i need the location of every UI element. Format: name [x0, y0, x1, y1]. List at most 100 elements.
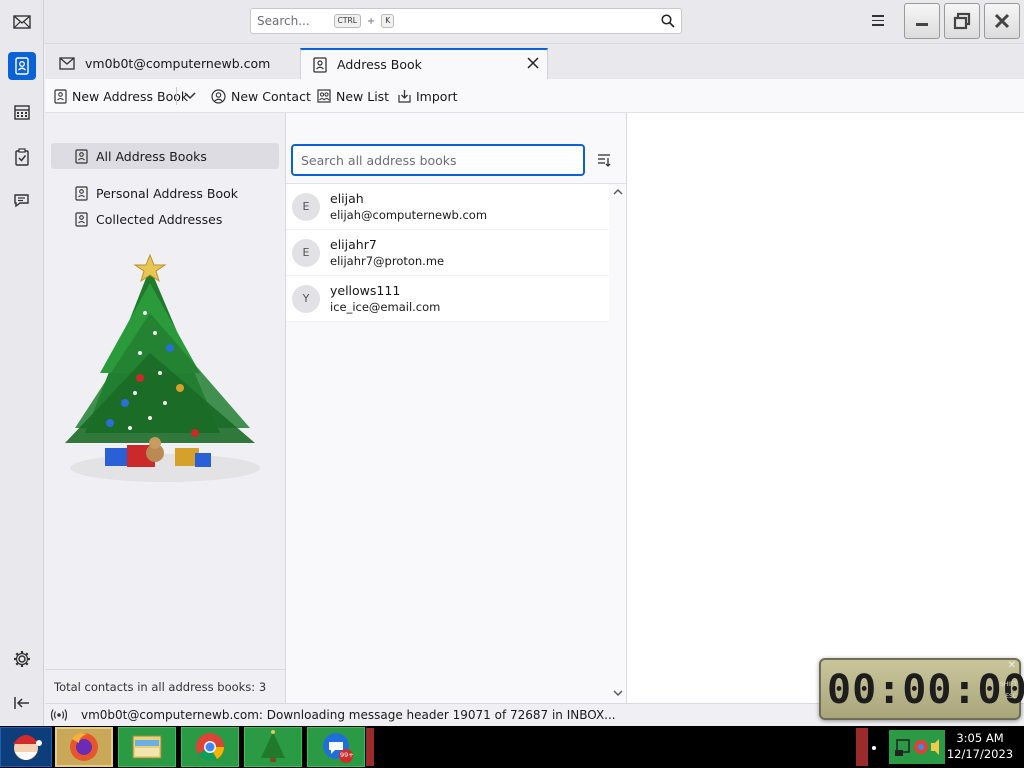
- volume-icon: [931, 739, 939, 755]
- search-icon[interactable]: [661, 14, 675, 31]
- settings-space-button[interactable]: [8, 645, 36, 673]
- tasks-space-button[interactable]: [8, 143, 36, 171]
- contact-email: ice_ice@email.com: [330, 300, 441, 314]
- online-status-icon[interactable]: [51, 709, 67, 721]
- contacts-search-input[interactable]: Search all address books: [291, 144, 585, 176]
- total-contacts-label: Total contacts in all address books: 3: [45, 669, 285, 703]
- tab-address-book[interactable]: Address Book: [300, 48, 548, 79]
- address-book-icon: [75, 211, 88, 227]
- contacts-search-placeholder: Search all address books: [301, 152, 457, 168]
- list-display-options-icon[interactable]: [597, 153, 611, 170]
- address-book-label: Personal Address Book: [96, 185, 238, 201]
- contact-row[interactable]: E elijah elijah@computernewb.com: [286, 184, 609, 230]
- mail-icon: [13, 15, 31, 29]
- collapse-left-icon: [14, 697, 29, 709]
- stopwatch-widget[interactable]: 00:00:00 ✕ SHIFT ESC: [819, 658, 1024, 720]
- mail-folder-icon: [59, 57, 75, 70]
- contact-row[interactable]: E elijahr7 elijahr7@proton.me: [286, 230, 609, 276]
- contact-avatar: E: [292, 238, 320, 267]
- contact-avatar: E: [292, 192, 320, 221]
- contact-email: elijah@computernewb.com: [330, 208, 488, 222]
- close-window-button[interactable]: [984, 3, 1020, 39]
- chat-space-button[interactable]: [8, 187, 36, 215]
- new-address-book-button[interactable]: New Address Book: [54, 87, 188, 105]
- close-tab-icon[interactable]: [527, 57, 539, 72]
- address-book-toolbar: New Address Book New Contact New List Im…: [45, 79, 1024, 113]
- christmas-tree-icon: [261, 730, 285, 762]
- start-button[interactable]: [0, 727, 52, 767]
- taskbar-clock[interactable]: 3:05 AM 12/17/2023: [945, 730, 1015, 762]
- app-menu-button[interactable]: [872, 12, 890, 30]
- file-explorer-icon: [132, 735, 162, 759]
- contact-name: yellows111: [330, 283, 401, 298]
- calendar-space-button[interactable]: [8, 98, 36, 126]
- search-placeholder: Search...: [257, 14, 310, 28]
- scroll-up-icon: [613, 189, 623, 195]
- contacts-scrollbar[interactable]: [609, 184, 626, 703]
- restore-button[interactable]: [944, 3, 980, 39]
- scroll-down-icon: [613, 690, 623, 696]
- chat-app-icon: [323, 733, 353, 763]
- contact-row[interactable]: Y yellows111 ice_ice@email.com: [286, 276, 609, 322]
- taskbar-chrome[interactable]: [181, 727, 239, 767]
- address-book-icon: [54, 88, 67, 104]
- new-address-book-dropdown[interactable]: [184, 87, 201, 105]
- chat-notification-badge: 99+: [340, 751, 354, 759]
- tray-indicator: [872, 746, 876, 750]
- tab-label: Address Book: [337, 57, 422, 72]
- address-book-label: Collected Addresses: [96, 211, 223, 227]
- new-contact-button[interactable]: New Contact: [211, 87, 311, 105]
- address-book-item-collected[interactable]: Collected Addresses: [51, 206, 279, 232]
- address-book-icon: [313, 56, 327, 73]
- address-book-item-personal[interactable]: Personal Address Book: [51, 180, 279, 206]
- taskbar-chat-app[interactable]: 99+: [307, 727, 365, 767]
- minimize-button[interactable]: [904, 3, 940, 39]
- contact-detail-pane: [627, 113, 1024, 703]
- status-message: vm0b0t@computernewb.com: Downloading mes…: [81, 708, 616, 722]
- show-desktop-edge[interactable]: [856, 728, 868, 766]
- tab-bar: vm0b0t@computernewb.com Address Book: [45, 44, 1024, 79]
- gear-icon: [14, 651, 30, 667]
- collapse-spaces-button[interactable]: [8, 689, 36, 717]
- tab-mail[interactable]: vm0b0t@computernewb.com: [47, 48, 297, 79]
- taskbar-christmas-tree[interactable]: [244, 727, 302, 767]
- import-icon: [398, 90, 411, 103]
- contact-name: elijahr7: [330, 237, 377, 252]
- minimize-icon: [916, 23, 928, 26]
- clock-date: 12/17/2023: [946, 747, 1014, 761]
- address-book-icon: [75, 185, 88, 201]
- toolbar-divider: [176, 87, 177, 105]
- import-button[interactable]: Import: [398, 87, 458, 105]
- mail-space-button[interactable]: [8, 8, 36, 36]
- taskbar-file-explorer[interactable]: [118, 727, 176, 767]
- shortcut-k-key: K: [381, 14, 395, 28]
- tab-label: vm0b0t@computernewb.com: [85, 56, 271, 71]
- new-list-button[interactable]: New List: [317, 87, 389, 105]
- system-tray[interactable]: [889, 730, 945, 764]
- contact-name: elijah: [330, 191, 364, 206]
- chevron-down-icon: [184, 92, 196, 100]
- spaces-toolbar: [0, 0, 44, 726]
- close-icon: [994, 13, 1010, 29]
- title-bar: Search... CTRL + K: [0, 0, 1024, 44]
- address-book-label: All Address Books: [96, 148, 207, 164]
- taskbar-firefox[interactable]: [55, 727, 113, 767]
- address-book-item-all[interactable]: All Address Books: [51, 143, 279, 169]
- restore-icon: [953, 12, 971, 30]
- clock-time: 3:05 AM: [956, 731, 1004, 745]
- santa-start-icon: [13, 735, 42, 760]
- taskbar-divider: [366, 728, 374, 766]
- christmas-tree-image: [65, 253, 260, 482]
- address-book-icon: [75, 148, 88, 164]
- new-list-icon: [317, 89, 331, 103]
- address-book-space-button[interactable]: [8, 52, 36, 80]
- global-search-input[interactable]: Search... CTRL + K: [250, 8, 682, 34]
- contact-avatar: Y: [292, 284, 320, 313]
- close-icon[interactable]: ✕: [1008, 660, 1016, 671]
- calendar-icon: [14, 105, 30, 120]
- contact-email: elijahr7@proton.me: [330, 254, 445, 268]
- contacts-list-pane: Search all address books E elijah elijah…: [286, 113, 627, 703]
- taskbar: 99+ 3:05 AM 12/17/2023: [0, 726, 1024, 768]
- firefox-icon: [70, 733, 98, 761]
- tasks-icon: [15, 148, 29, 166]
